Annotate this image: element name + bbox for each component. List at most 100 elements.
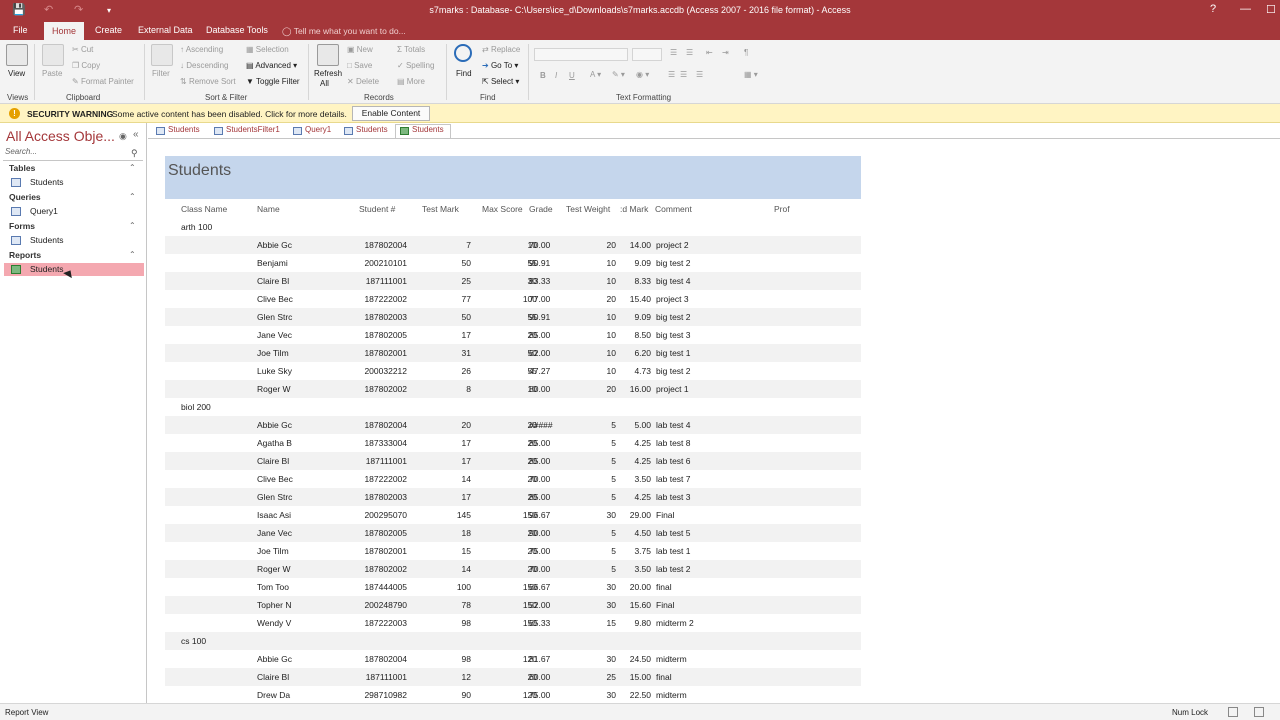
cell-test-mark: 15 <box>461 546 471 556</box>
separator <box>446 44 447 100</box>
report-view-icon[interactable] <box>1228 707 1238 717</box>
nav-item-query1[interactable]: Query1 <box>4 205 144 218</box>
bold-button[interactable]: B <box>540 71 546 80</box>
totals-button[interactable]: Σ Totals <box>397 45 425 54</box>
cell-name: Jane Vec <box>257 330 292 340</box>
tab-file[interactable]: File <box>13 25 28 35</box>
format-painter-button[interactable]: ✎ Format Painter <box>72 77 134 86</box>
numbering-icon[interactable]: ☰ <box>686 48 693 57</box>
cell-test-mark: 14 <box>461 474 471 484</box>
nav-search-input[interactable]: Search... <box>3 147 143 161</box>
goto-button[interactable]: ➔ Go To ▾ <box>482 61 518 70</box>
col-header-test-mark: Test Mark <box>422 204 459 214</box>
nav-category-queries[interactable]: Queries <box>9 192 41 202</box>
layout-view-icon[interactable] <box>1254 707 1264 717</box>
shutter-bar-icon[interactable]: « <box>133 129 139 140</box>
minimize-button[interactable]: — <box>1240 3 1251 15</box>
italic-button[interactable]: I <box>555 71 557 80</box>
paste-icon[interactable] <box>42 44 64 66</box>
delete-record-button[interactable]: ✕ Delete <box>347 77 379 86</box>
cell-comment: big test 2 <box>656 258 691 268</box>
highlight-icon[interactable]: ✎ ▾ <box>612 70 625 79</box>
ascending-button[interactable]: ↑ Ascending <box>180 45 223 54</box>
advanced-button[interactable]: ▤ Advanced ▾ <box>246 61 297 70</box>
select-button[interactable]: ⇱ Select ▾ <box>482 77 519 86</box>
nav-category-reports[interactable]: Reports <box>9 250 41 260</box>
title-bar: 💾 ↶ ↷ ▾ s7marks : Database- C:\Users\ice… <box>0 0 1280 22</box>
toggle-filter-button[interactable]: ▼ Toggle Filter <box>246 77 300 86</box>
cell-test-mark: 17 <box>461 492 471 502</box>
more-button[interactable]: ▤ More <box>397 77 425 86</box>
tab-external-data[interactable]: External Data <box>138 25 193 35</box>
cell-test-mark: 98 <box>461 618 471 628</box>
cell-grade: 85.00 <box>529 492 551 502</box>
cell-name: Abbie Gc <box>257 654 292 664</box>
spelling-button[interactable]: ✓ Spelling <box>397 61 434 70</box>
find-icon[interactable] <box>454 44 472 62</box>
doc-tab-query1[interactable]: Query1 <box>289 125 337 139</box>
increase-indent-icon[interactable]: ⇥ <box>722 48 729 57</box>
help-button[interactable]: ? <box>1210 3 1216 15</box>
collapse-icon[interactable]: ⌃ <box>129 192 136 201</box>
search-icon[interactable]: ⚲ <box>131 148 138 159</box>
decrease-indent-icon[interactable]: ⇤ <box>706 48 713 57</box>
bullets-icon[interactable]: ☰ <box>670 48 677 57</box>
cell-max-score: 20 <box>527 474 537 484</box>
cell-name: Glen Strc <box>257 492 293 502</box>
cut-button[interactable]: ✂ Cut <box>72 45 93 54</box>
align-right-icon[interactable]: ☰ <box>696 70 703 79</box>
enable-content-button[interactable]: Enable Content <box>352 106 430 121</box>
paste-button[interactable]: Paste <box>42 69 62 78</box>
font-color-icon[interactable]: A ▾ <box>590 70 601 79</box>
nav-item-form-students[interactable]: Students <box>4 234 144 247</box>
descending-button[interactable]: ↓ Descending <box>180 61 228 70</box>
save-record-button[interactable]: □ Save <box>347 61 372 70</box>
nav-category-forms[interactable]: Forms <box>9 221 35 231</box>
text-direction-icon[interactable]: ¶ <box>744 48 748 57</box>
background-color-icon[interactable]: ◉ ▾ <box>636 70 649 79</box>
maximize-button[interactable]: ☐ <box>1266 3 1276 16</box>
view-icon[interactable] <box>6 44 28 66</box>
doc-tab-students-form[interactable]: Students <box>340 125 394 139</box>
selection-button[interactable]: ▦ Selection <box>246 45 289 54</box>
refresh-icon[interactable] <box>317 44 339 66</box>
replace-button[interactable]: ⇄ Replace <box>482 45 520 54</box>
cell-grade: 77.00 <box>529 294 551 304</box>
find-button[interactable]: Find <box>456 69 472 78</box>
font-size-dropdown[interactable] <box>632 48 662 61</box>
font-name-dropdown[interactable] <box>534 48 628 61</box>
filter-icon[interactable] <box>151 44 173 66</box>
nav-item-table-students[interactable]: Students <box>4 176 144 189</box>
gridlines-icon[interactable]: ▦ ▾ <box>744 70 758 79</box>
nav-menu-icon[interactable]: ◉ <box>119 131 127 142</box>
doc-tab-students-table[interactable]: Students <box>152 125 208 139</box>
tab-home[interactable]: Home <box>44 22 85 40</box>
collapse-icon[interactable]: ⌃ <box>129 250 136 259</box>
query-icon <box>293 127 302 135</box>
refresh-all-button[interactable]: Refresh <box>314 69 342 78</box>
underline-button[interactable]: U <box>569 71 575 80</box>
nav-category-tables[interactable]: Tables <box>9 163 35 173</box>
tab-database-tools[interactable]: Database Tools <box>206 25 268 35</box>
align-left-icon[interactable]: ☰ <box>668 70 675 79</box>
copy-button[interactable]: ❐ Copy <box>72 61 100 70</box>
cell-comment: final <box>656 582 672 592</box>
security-warning-message[interactable]: Some active content has been disabled. C… <box>112 109 347 119</box>
cell-comment: big test 4 <box>656 276 691 286</box>
query-icon <box>214 127 223 135</box>
nav-pane-title[interactable]: All Access Obje... <box>6 128 115 144</box>
tell-me-box[interactable]: ◯ Tell me what you want to do... <box>282 26 406 37</box>
new-record-button[interactable]: ▣ New <box>347 45 373 54</box>
cell-grade: 81.67 <box>529 654 551 664</box>
align-center-icon[interactable]: ☰ <box>680 70 687 79</box>
collapse-icon[interactable]: ⌃ <box>129 221 136 230</box>
filter-button[interactable]: Filter <box>152 69 170 78</box>
tab-create[interactable]: Create <box>95 25 122 35</box>
collapse-icon[interactable]: ⌃ <box>129 163 136 172</box>
remove-sort-button[interactable]: ⇅ Remove Sort <box>180 77 236 86</box>
table-row: Topher N 200248790 78 150 52.00 30 15.60 Final <box>165 596 861 614</box>
view-button[interactable]: View <box>8 69 25 78</box>
doc-tab-studentsfilter1[interactable]: StudentsFilter1 <box>210 125 286 139</box>
cell-test-weight: 10 <box>606 366 616 376</box>
doc-tab-students-report[interactable]: Students <box>395 124 451 138</box>
